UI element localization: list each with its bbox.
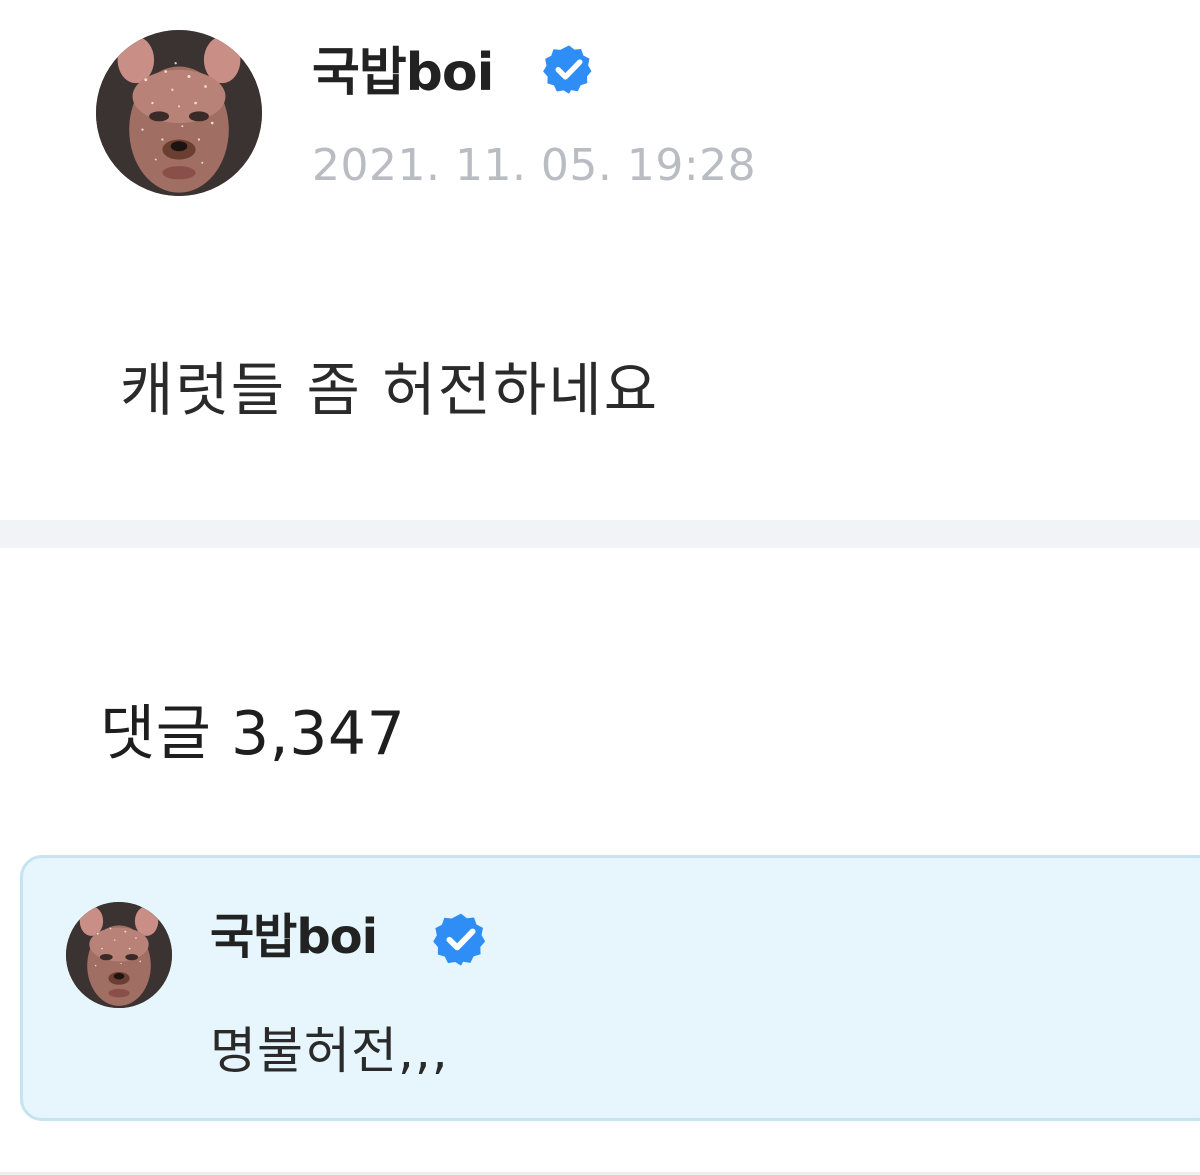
comment-author-name[interactable]: 국밥boi (210, 904, 378, 970)
comment-count-heading: 댓글 3,347 (100, 699, 406, 769)
comment-text: 명불허전,,, (210, 1022, 449, 1080)
highlighted-comment-card[interactable] (20, 855, 1200, 1121)
verified-badge-icon (543, 45, 592, 94)
section-divider (0, 520, 1200, 548)
post-body-text: 캐럿들 좀 허전하네요 (120, 356, 660, 424)
post-timestamp: 2021. 11. 05. 19:28 (312, 140, 757, 191)
comment-author-avatar[interactable] (66, 902, 172, 1008)
puppy-filter-avatar-image (96, 30, 262, 196)
puppy-filter-avatar-image (66, 902, 172, 1008)
verified-badge-icon (433, 913, 486, 966)
post-author-avatar[interactable] (96, 30, 262, 196)
post-author-name[interactable]: 국밥boi (312, 38, 494, 108)
